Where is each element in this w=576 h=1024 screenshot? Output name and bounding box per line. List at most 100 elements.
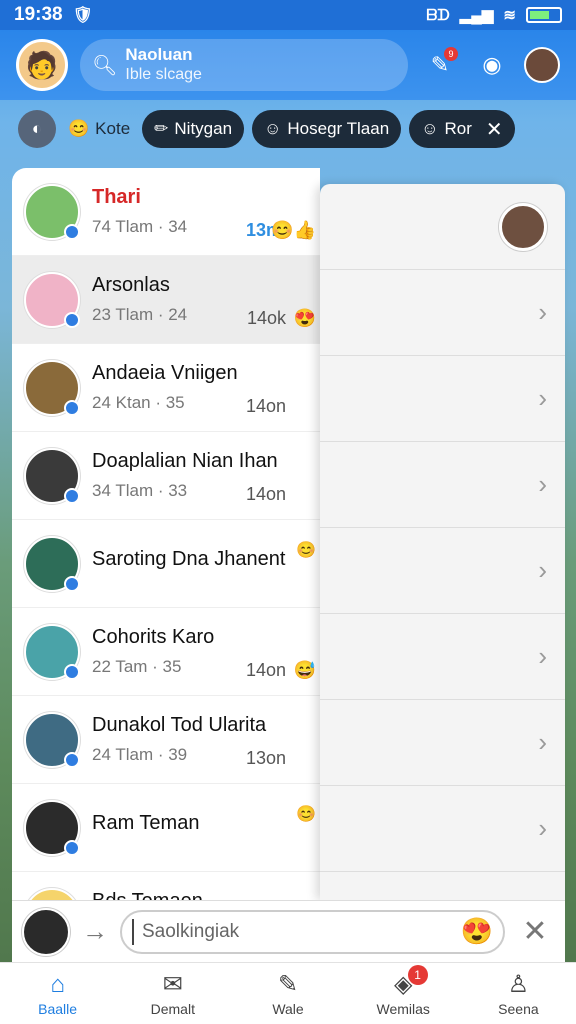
nav-item[interactable]: ⌂ Baalle [0, 963, 115, 1024]
chevron-right-icon: › [538, 297, 547, 327]
verified-badge-icon [64, 223, 80, 240]
my-avatar [22, 907, 70, 956]
contact-name: Dunakol Tod Ularita [92, 714, 267, 736]
profile-icon: ♙ [507, 970, 530, 998]
verified-badge-icon [64, 399, 80, 416]
location-icon: ◉ [482, 52, 502, 77]
wifi-icon: ≋ [503, 7, 516, 24]
chat-row[interactable]: Andaeia Vniigen 24 Ktan · 35 14on [12, 344, 320, 432]
chevron-right-icon: › [538, 555, 547, 585]
chevron-right-icon: › [538, 813, 547, 843]
status-icons: ᗷᗪ ▂▄▆ ≋ [426, 6, 562, 24]
nav-item[interactable]: ✎ Wale [230, 963, 345, 1024]
reaction-emoji: 😊 [296, 542, 316, 559]
chevron-right-icon: › [538, 469, 547, 499]
verified-badge-icon [64, 663, 80, 680]
nav-item[interactable]: ◈ Wemilas 1 [346, 963, 461, 1024]
chat-row[interactable]: Arsonlas 23 Tlam · 24 14ok 😍 [12, 256, 320, 344]
side-row[interactable]: › [320, 270, 565, 356]
chat-row[interactable]: Saroting Dna Jhanent 😊 [12, 520, 320, 608]
contact-name: Cohorits Karo [92, 626, 215, 648]
nav-item[interactable]: ♙ Seena [461, 963, 576, 1024]
verified-badge-icon [64, 575, 80, 592]
chip-label: Nitygan [174, 119, 233, 138]
reaction-emoji: 😍 [293, 308, 316, 328]
contact-name: Bds Temaen [92, 890, 308, 900]
home-icon: ⌂ [50, 970, 65, 998]
side-row[interactable]: › [320, 356, 565, 442]
contact-name: Thari [92, 186, 141, 208]
compose-badge: 9 [444, 47, 458, 61]
profile-avatar[interactable]: 🧑 [16, 39, 68, 91]
nav-badge: 1 [407, 965, 428, 985]
verified-badge-icon [64, 751, 80, 768]
status-bar: 19:38 🛡 ᗷᗪ ▂▄▆ ≋ [0, 0, 576, 30]
side-row[interactable]: › [320, 442, 565, 528]
side-row[interactable]: › [320, 528, 565, 614]
contact-avatar [24, 359, 80, 416]
nav-label: Wemilas [376, 1000, 430, 1017]
chat-row[interactable]: Bds Temaen23 Tlam · 394ton🥤 [12, 872, 320, 900]
side-row[interactable]: › [320, 786, 565, 872]
contact-name: Andaeia Vniigen [92, 362, 238, 384]
chat-row[interactable]: Doaplalian Nian Ihan 34 Tlam · 33 14on [12, 432, 320, 520]
chip-3[interactable]: ☺ Ror ✕ [409, 110, 515, 148]
arrow-right-icon[interactable]: → [80, 916, 110, 947]
chip-1[interactable]: ✏ Nitygan [142, 110, 245, 148]
compose-button[interactable]: ✎ 9 [420, 45, 460, 85]
location-button[interactable]: ◉ [472, 45, 512, 85]
battery-icon [526, 7, 562, 23]
app-header: 🧑 🔍︎ Naoluan Ible slcage ✎ 9 ◉ [0, 30, 576, 100]
edit-icon: ✎ [277, 970, 299, 998]
contact-avatar [24, 799, 80, 856]
side-avatar[interactable] [499, 202, 547, 251]
chip-globe[interactable]: ◐ [18, 110, 56, 148]
face-icon: ☺ [264, 119, 282, 138]
verified-badge-icon [64, 311, 80, 328]
chat-time: 14on [245, 484, 286, 504]
contact-name: Ram Teman [92, 812, 200, 834]
chat-time: 14on [245, 660, 286, 680]
contact-avatar [24, 271, 80, 328]
chat-row[interactable]: Cohorits Karo 22 Tam · 35 14on 😅 [12, 608, 320, 696]
bluetooth-icon: ᗷᗪ [426, 6, 450, 24]
close-icon[interactable]: ✕ [515, 914, 555, 949]
smile-icon: 😊 [68, 119, 90, 138]
filter-chips: ◐ 😊 Kote ✏ Nitygan ☺ Hosegr Tlaan ☺ Ror ✕ [18, 108, 515, 150]
chat-row[interactable]: Ram Teman 😊 [12, 784, 320, 872]
reaction-emoji: 😊 [296, 806, 316, 823]
message-input-bar: → Saolkingiak 😍 ✕ [12, 900, 565, 962]
chip-0[interactable]: 😊 Kote [64, 110, 134, 148]
reaction-emoji: 😊👍 [271, 220, 316, 240]
chat-row[interactable]: Dunakol Tod Ularita 24 Tlam · 39 13on [12, 696, 320, 784]
side-row[interactable]: › [320, 700, 565, 786]
contact-avatar [24, 711, 80, 768]
chat-time: 14ok [246, 308, 286, 328]
verified-badge-icon [64, 487, 80, 504]
chat-time: 14on [245, 396, 286, 416]
contact-avatar [24, 447, 80, 504]
chip-2[interactable]: ☺ Hosegr Tlaan [252, 110, 402, 148]
search-title: Naoluan [125, 45, 193, 64]
side-panel-header [320, 184, 565, 270]
reaction-emoji: 😅 [293, 660, 316, 680]
contact-avatar [24, 887, 80, 900]
message-input[interactable]: Saolkingiak 😍 [120, 909, 505, 954]
nav-label: Seena [498, 1000, 539, 1017]
account-avatar[interactable] [524, 47, 560, 83]
search-icon: 🔍︎ [92, 54, 118, 77]
message-placeholder: Saolkingiak [142, 920, 240, 942]
chevron-right-icon: › [538, 383, 547, 413]
nav-item[interactable]: ✉ Demalt [115, 963, 230, 1024]
side-row[interactable]: › [320, 614, 565, 700]
nav-label: Baalle [38, 1000, 78, 1017]
chip-label: Kote [95, 119, 131, 138]
emoji-button[interactable]: 😍 [461, 916, 493, 947]
contact-avatar [24, 623, 80, 680]
contact-avatar [24, 183, 80, 240]
close-icon[interactable]: ✕ [486, 117, 503, 142]
side-panel: › › › › › › › [320, 184, 565, 900]
chat-row[interactable]: Thari 74 Tlam · 34 13m 😊👍 [12, 168, 320, 256]
signal-icon: ▂▄▆ [459, 7, 494, 24]
search-bar[interactable]: 🔍︎ Naoluan Ible slcage [80, 39, 408, 91]
